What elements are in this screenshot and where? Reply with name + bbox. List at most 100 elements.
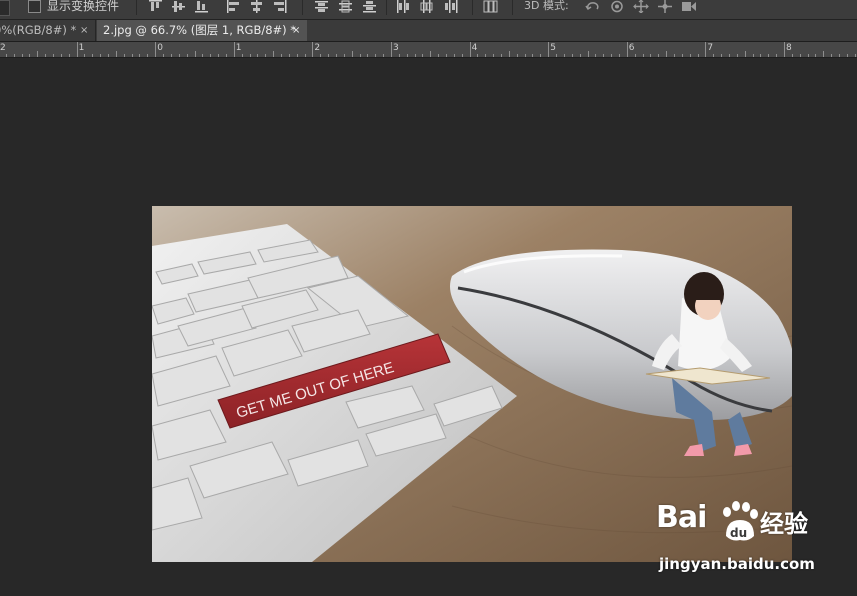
align-right-edges-icon[interactable]: [272, 0, 287, 13]
rotate-3d-icon[interactable]: [585, 0, 600, 13]
baidu-logo-text: Bai: [656, 500, 707, 535]
ruler-tick: [296, 54, 298, 57]
ruler-label: 2: [314, 43, 321, 53]
ruler-label: 7: [707, 43, 714, 53]
ruler-tick: [5, 54, 7, 57]
ruler-tick: [257, 54, 259, 57]
roll-3d-icon[interactable]: [609, 0, 624, 13]
ruler-tick: [736, 54, 738, 57]
align-vertical-centers-icon[interactable]: [171, 0, 186, 13]
ruler-tick: [839, 54, 841, 57]
tab-document-1[interactable]: 0%(RGB/8#) * ×: [0, 20, 96, 41]
align-top-edges-icon[interactable]: [148, 0, 163, 13]
drag-3d-icon[interactable]: [633, 0, 649, 13]
ruler-tick: [603, 54, 605, 57]
watermark-url: jingyan.baidu.com: [659, 555, 815, 573]
ruler-label: 0: [157, 43, 163, 53]
ruler-tick: [115, 51, 117, 57]
ruler-tick: [100, 54, 102, 57]
align-horizontal-centers-icon[interactable]: [249, 0, 264, 13]
align-bottom-edges-icon[interactable]: [194, 0, 209, 13]
ruler-tick: [548, 42, 550, 57]
ruler-tick: [571, 54, 573, 57]
ruler-tick: [477, 54, 479, 57]
ruler-tick: [108, 54, 110, 57]
distribute-right-icon[interactable]: [443, 0, 458, 13]
ruler-tick: [202, 54, 204, 57]
ruler-label: 1: [78, 43, 85, 53]
ruler-label: 4: [471, 43, 478, 53]
document-tab-bar: 0%(RGB/8#) * × 2.jpg @ 66.7% (图层 1, RGB/…: [0, 20, 857, 42]
distribute-vertical-centers-icon[interactable]: [338, 0, 353, 13]
distribute-horizontal-centers-icon[interactable]: [419, 0, 434, 13]
close-icon[interactable]: ×: [80, 20, 88, 41]
ruler-tick: [697, 54, 699, 57]
ruler-tick: [666, 51, 668, 57]
ruler-tick: [163, 54, 165, 57]
ruler-tick: [92, 54, 94, 57]
ruler-tick: [430, 51, 432, 57]
jingyan-logo-text: 经验: [760, 510, 808, 538]
ruler-tick: [45, 54, 47, 57]
ruler-label: 6: [628, 43, 635, 53]
distribute-left-icon[interactable]: [396, 0, 411, 13]
ruler-tick: [68, 54, 70, 57]
ruler-tick: [21, 54, 23, 57]
ruler-tick: [170, 54, 172, 57]
ruler-tick: [320, 54, 322, 57]
ruler-tick: [194, 51, 196, 57]
divider: [472, 0, 473, 15]
ruler-tick: [784, 42, 785, 57]
ruler-tick: [611, 54, 613, 57]
ruler-tick: [13, 54, 15, 57]
ruler-tick: [760, 54, 762, 57]
ruler-tick: [446, 54, 448, 57]
slide-3d-icon[interactable]: [657, 0, 672, 13]
ruler-label: 3: [393, 43, 399, 53]
horizontal-ruler[interactable]: 2 1 0 1 2 3 4 5 6 7 8: [0, 42, 857, 58]
ruler-tick: [84, 54, 86, 57]
ruler-tick: [335, 54, 337, 57]
scale-3d-icon[interactable]: [681, 0, 696, 13]
ruler-tick: [689, 54, 691, 57]
ruler-tick: [312, 42, 314, 57]
ruler-tick: [438, 54, 440, 57]
distribute-top-icon[interactable]: [314, 0, 329, 13]
ruler-tick: [768, 54, 770, 57]
divider: [386, 0, 387, 15]
ruler-tick: [815, 54, 817, 57]
ruler-tick: [752, 54, 754, 57]
ruler-tick: [273, 51, 275, 57]
show-transform-controls-checkbox[interactable]: [28, 0, 41, 13]
ruler-tick: [524, 54, 526, 57]
ruler-label: 2: [0, 43, 6, 53]
ruler-tick: [493, 54, 495, 57]
tool-preset-dropdown[interactable]: [0, 0, 10, 16]
ruler-tick: [831, 54, 833, 57]
ruler-tick: [328, 54, 330, 57]
ruler-tick: [681, 54, 683, 57]
ruler-tick: [728, 54, 730, 57]
ruler-tick: [225, 54, 227, 57]
ruler-tick: [721, 54, 723, 57]
ruler-tick: [359, 54, 361, 57]
distribute-bottom-icon[interactable]: [362, 0, 377, 13]
ruler-tick: [595, 54, 597, 57]
ruler-label: 1: [235, 43, 242, 53]
ruler-tick: [60, 54, 62, 57]
align-left-edges-icon[interactable]: [226, 0, 241, 13]
auto-align-layers-icon[interactable]: [483, 0, 498, 13]
ruler-tick: [508, 51, 510, 57]
tab-document-2[interactable]: 2.jpg @ 66.7% (图层 1, RGB/8#) * ×: [97, 20, 307, 41]
ruler-tick: [744, 51, 746, 57]
ruler-tick: [131, 54, 133, 57]
ruler-tick: [178, 54, 180, 57]
ruler-tick: [485, 54, 487, 57]
close-icon[interactable]: ×: [292, 20, 300, 41]
ruler-tick: [155, 42, 157, 57]
ruler-tick: [391, 42, 392, 57]
ruler-tick: [854, 54, 856, 57]
ruler-tick: [642, 54, 644, 57]
ruler-tick: [540, 54, 542, 57]
ruler-tick: [383, 54, 385, 57]
